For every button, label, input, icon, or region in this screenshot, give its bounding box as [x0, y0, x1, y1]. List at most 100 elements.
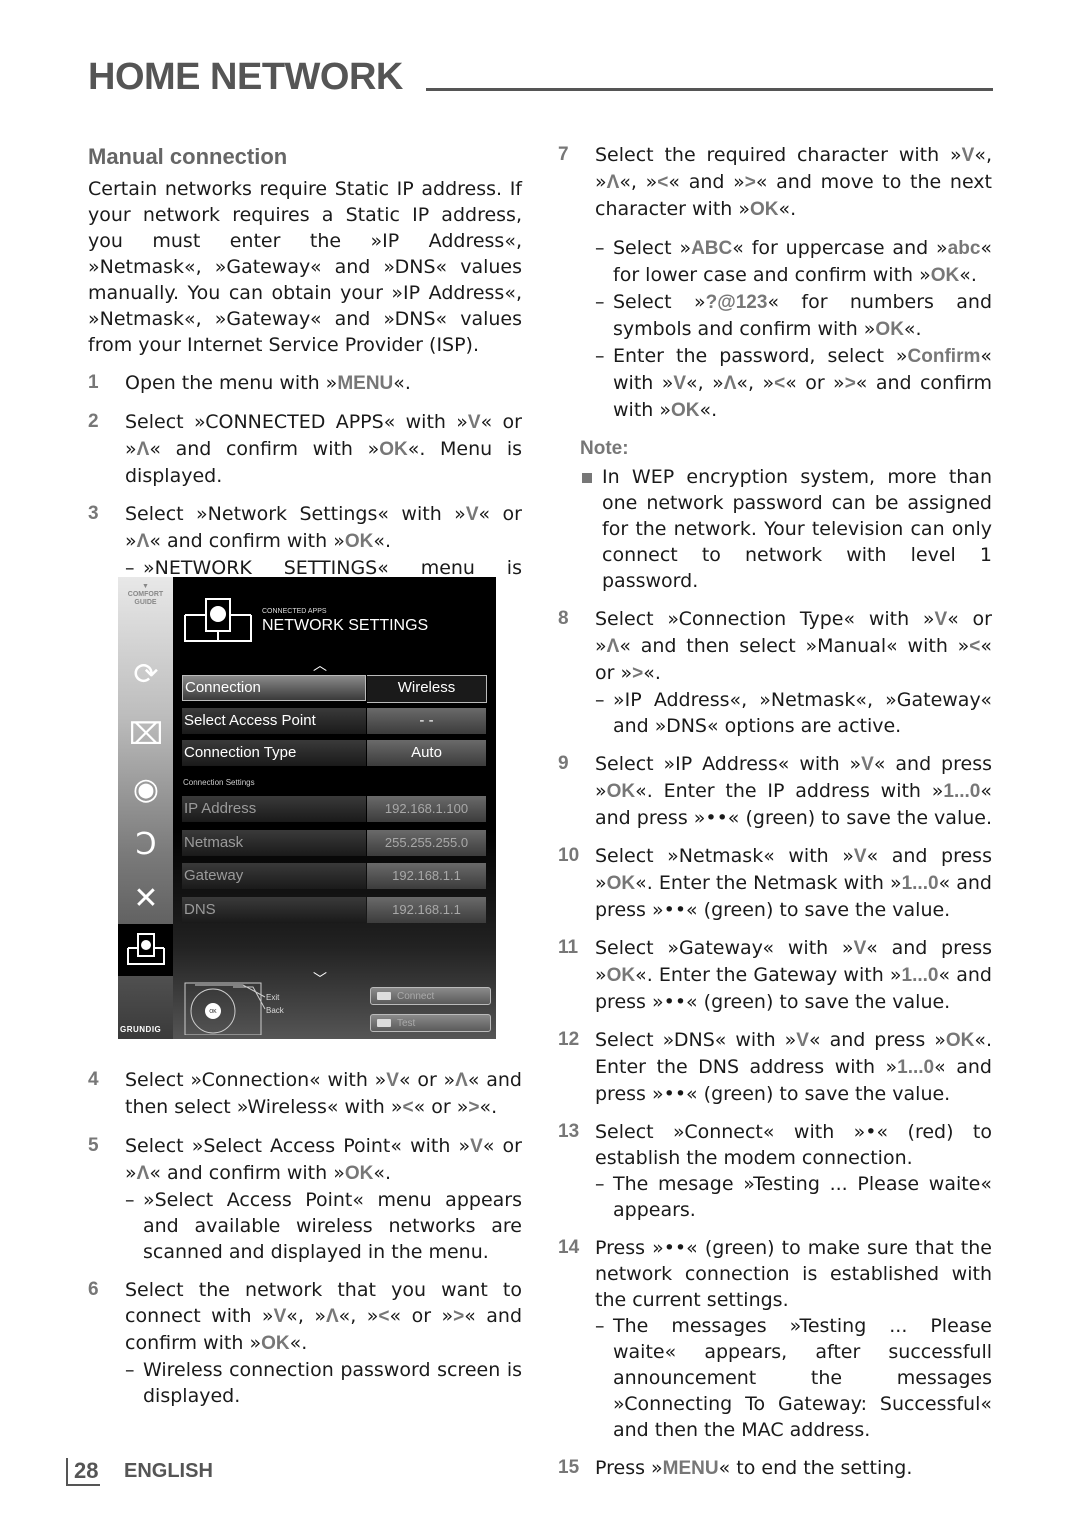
settings-tools-icon: ✕ — [133, 881, 159, 916]
step-text: «. — [373, 1162, 392, 1184]
connection-settings-label: Connection Settings — [183, 778, 255, 787]
row-label: Connection Type — [182, 740, 366, 766]
row-value: Auto — [367, 740, 486, 766]
key-right-icon: > — [453, 1306, 465, 1327]
sub-text: Select » — [613, 291, 706, 313]
step-text: «. — [643, 662, 661, 684]
key-ok: OK — [344, 1163, 374, 1184]
key-left-icon: < — [378, 1306, 390, 1327]
key-digits: 1...0 — [901, 965, 939, 986]
key-up-icon: Λ — [606, 636, 620, 657]
step-11: 11 Select »Gateway« with »V« and press »… — [558, 935, 992, 1015]
key-down-icon: V — [853, 938, 867, 959]
step-text: Select »Netmask« with » — [595, 845, 854, 867]
connected-apps-icon — [118, 924, 173, 976]
step-text: « and » — [668, 171, 745, 193]
connect-button[interactable]: Connect — [370, 987, 491, 1005]
row-value: 192.168.1.1 — [367, 897, 486, 923]
menu-row-access-point[interactable]: Select Access Point - - — [182, 708, 486, 734]
key-down-icon: V — [961, 145, 975, 166]
step-result: Wireless connection password screen is d… — [125, 1357, 522, 1409]
row-label: Netmask — [182, 830, 366, 856]
menu-row-gateway[interactable]: Gateway 192.168.1.1 — [182, 863, 486, 889]
step-text: Select the required character with » — [595, 144, 962, 166]
step-number: 4 — [88, 1069, 99, 1090]
test-button[interactable]: Test — [370, 1014, 491, 1032]
key-down-icon: V — [467, 412, 481, 433]
test-button-label: Test — [397, 1018, 416, 1029]
step-text: «. — [373, 530, 392, 552]
sub-text: Enter the password, select » — [613, 345, 908, 367]
step-text: Press » — [595, 1457, 663, 1479]
step-text: «. — [778, 198, 797, 220]
key-right-icon: > — [632, 663, 644, 684]
step-7-sub-3: Enter the password, select »Confirm« wit… — [595, 343, 992, 424]
step-7-sub-1: Select »ABC« for uppercase and »abc« for… — [595, 235, 992, 289]
key-up-icon: Λ — [136, 439, 150, 460]
row-value: 192.168.1.1 — [367, 863, 486, 889]
scroll-down-icon[interactable]: ﹀ — [313, 969, 327, 989]
header-rule — [426, 88, 993, 91]
key-ok: OK — [750, 199, 779, 220]
key-left-icon: < — [402, 1097, 414, 1118]
tv-menu-screenshot: ▼ COMFORT GUIDE ⟳ ⌧ ◉ Ͻ ✕ GRUNDIG CONNECT… — [118, 577, 496, 1039]
key-abc-lower: abc — [947, 238, 981, 259]
menu-row-ip-address[interactable]: IP Address 192.168.1.100 — [182, 796, 486, 822]
sub-text: «. — [903, 318, 922, 340]
sub-text: «. — [699, 399, 718, 421]
sub-text: «. — [959, 264, 977, 286]
step-text: «. — [289, 1332, 308, 1354]
tv-main-panel: CONNECTED APPS NETWORK SETTINGS ︿ Connec… — [173, 577, 496, 1039]
menu-row-netmask[interactable]: Netmask 255.255.255.0 — [182, 830, 486, 856]
row-label: Gateway — [182, 863, 366, 889]
key-ok: OK — [379, 439, 408, 460]
step-number: 6 — [88, 1279, 99, 1300]
step-text: «. — [393, 372, 411, 394]
step-text: « and then select »Manual« with » — [619, 635, 970, 657]
brand-logo: GRUNDIG — [120, 1025, 162, 1034]
red-key-icon — [377, 992, 391, 1000]
section-title: Manual connection — [88, 144, 288, 169]
row-label: IP Address — [182, 796, 366, 822]
step-text: « and confirm with » — [149, 1162, 345, 1184]
menu-row-dns[interactable]: DNS 192.168.1.1 — [182, 897, 486, 923]
network-globe-icon — [184, 598, 252, 642]
step-9: 9 Select »IP Address« with »V« and press… — [558, 751, 992, 831]
step-text: Select »Network Settings« with » — [125, 503, 466, 525]
key-menu: MENU — [337, 373, 394, 394]
step-number: 12 — [558, 1029, 580, 1050]
sub-text: Select » — [613, 237, 692, 259]
bullet-square-icon — [582, 473, 592, 483]
step-number: 8 — [558, 608, 569, 629]
note-text: In WEP encryption system, more than one … — [602, 466, 992, 592]
key-up-icon: Λ — [136, 531, 150, 552]
step-text: « or » — [398, 1069, 456, 1091]
step-number: 1 — [88, 372, 99, 393]
step-number: 5 — [88, 1135, 99, 1156]
step-text: Open the menu with » — [125, 372, 338, 394]
note-title: Note: — [580, 438, 629, 459]
key-ok: OK — [930, 265, 960, 286]
remote-navigation-icon: OK — [184, 982, 266, 1035]
scroll-up-icon[interactable]: ︿ — [313, 655, 327, 675]
step-5: 5 Select »Select Access Point« with »V « … — [88, 1133, 522, 1265]
left-column: Manual connection Certain networks requi… — [88, 140, 522, 607]
menu-row-connection-type[interactable]: Connection Type Auto — [182, 740, 486, 766]
step-text: « and confirm with » — [149, 530, 345, 552]
step-text: Select »Connection« with » — [125, 1069, 387, 1091]
key-confirm: Confirm — [907, 346, 981, 367]
picture-eye-icon: ◉ — [132, 772, 160, 807]
row-value: 255.255.255.0 — [367, 830, 486, 856]
step-text: «, » — [286, 1305, 326, 1327]
step-text: « or » — [413, 1096, 469, 1118]
sub-text: «, » — [686, 372, 724, 394]
step-number: 11 — [558, 937, 579, 958]
key-left-icon: < — [969, 636, 981, 657]
step-text: «. Enter the Gateway with » — [635, 964, 902, 986]
menu-row-connection[interactable]: Connection Wireless — [182, 675, 487, 703]
step-number: 14 — [558, 1237, 580, 1258]
page-header: HOME NETWORK — [88, 56, 993, 100]
step-text: «, » — [619, 171, 658, 193]
page-number: 28 — [66, 1458, 101, 1486]
note-item: In WEP encryption system, more than one … — [558, 464, 992, 594]
